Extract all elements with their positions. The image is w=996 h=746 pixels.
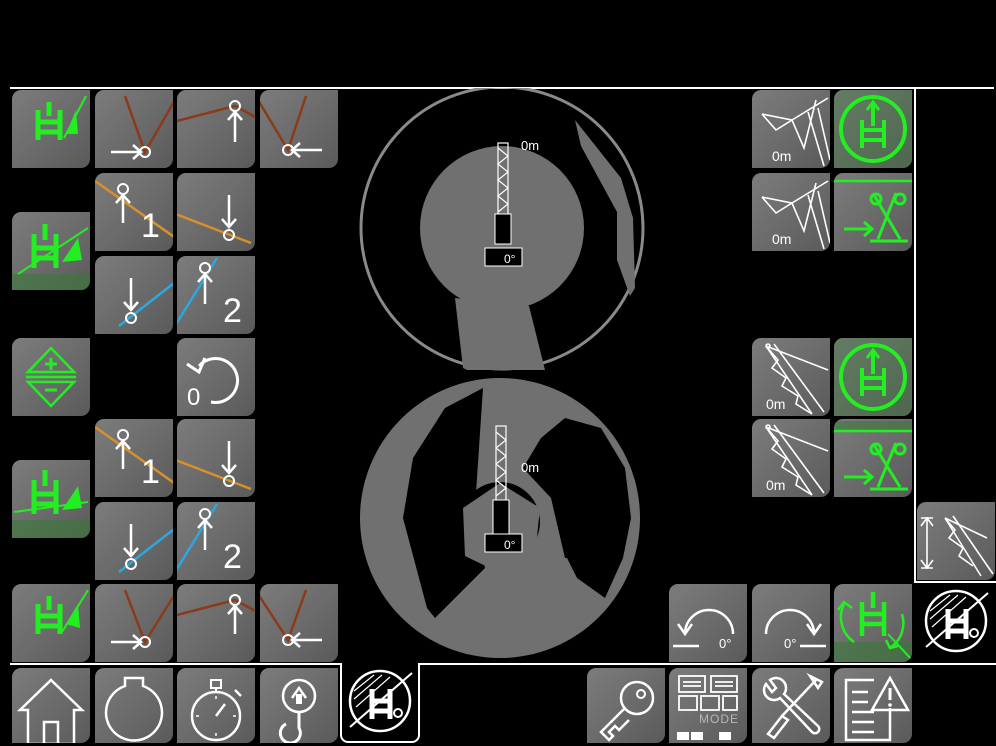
top-height-label: 0m (521, 138, 539, 153)
counterjib-tilt-button-1[interactable] (834, 173, 912, 251)
rotation-value-label: 0 (187, 384, 201, 411)
crane-level-indicator-button-2[interactable] (834, 338, 912, 416)
right-panel-border (914, 87, 916, 583)
crane-view-tab-right[interactable] (916, 583, 996, 663)
rope-index-label: 1 (141, 207, 160, 245)
rope-left-button[interactable] (95, 90, 173, 168)
rope-index-label: 1 (141, 453, 160, 491)
top-angle-label: 0° (504, 252, 516, 266)
jib-luff-button-2[interactable]: 0m (752, 419, 830, 497)
rope-up-button[interactable] (177, 90, 255, 168)
rope-left-button-lower[interactable] (95, 584, 173, 662)
warning-log-button[interactable] (834, 668, 912, 743)
rope-right-button-lower[interactable] (260, 584, 338, 662)
slew-right-angle: 0° (784, 636, 797, 651)
mode-label: MODE (699, 712, 739, 726)
rope-1-up-button[interactable]: 1 (95, 173, 173, 251)
counterjib-level-button-1[interactable] (12, 212, 90, 290)
stopwatch-button[interactable] (177, 668, 255, 743)
rope-1-down-button-lower[interactable] (177, 419, 255, 497)
rope-2-down-button-lower[interactable] (95, 502, 173, 580)
rope-up-button-lower[interactable] (177, 584, 255, 662)
tools-button[interactable] (752, 668, 830, 743)
jib-height-value: 0m (772, 231, 792, 247)
jib-height-value: 0m (772, 148, 792, 164)
rope-right-button[interactable] (260, 90, 338, 168)
home-button[interactable] (12, 668, 90, 743)
bottom-divider-right (418, 663, 996, 665)
jib-height-button-1[interactable]: 0m (752, 90, 830, 168)
crane-level-rear-button[interactable] (12, 584, 90, 662)
key-button[interactable] (587, 668, 665, 743)
plus-minus-button[interactable] (12, 338, 90, 416)
slew-left-button[interactable]: 0° (669, 584, 747, 662)
jib-luff-value: 0m (766, 396, 786, 412)
rope-2-up-button-lower[interactable]: 2 (177, 502, 255, 580)
rope-1-down-button[interactable] (177, 173, 255, 251)
mode-button[interactable]: MODE (669, 668, 747, 743)
slew-left-angle: 0° (719, 636, 732, 651)
hook-button[interactable] (260, 668, 338, 743)
rope-1-up-button-lower[interactable]: 1 (95, 419, 173, 497)
slew-zone-diagram: 0m 0° 0m 0° (359, 88, 645, 658)
top-zone-forbidden-sector (455, 298, 545, 370)
slew-lock-button[interactable] (834, 584, 912, 662)
counterjib-level-button-2[interactable] (12, 460, 90, 538)
crane-level-front-button[interactable] (12, 90, 90, 168)
slew-right-button[interactable]: 0° (752, 584, 830, 662)
rope-index-label: 2 (223, 538, 242, 576)
bottom-angle-label: 0° (504, 538, 516, 552)
bottom-height-label: 0m (521, 460, 539, 475)
counterjib-tilt-button-2[interactable] (834, 419, 912, 497)
jib-range-button[interactable] (917, 502, 995, 580)
jib-luff-button-1[interactable]: 0m (752, 338, 830, 416)
crane-view-tab-bottom[interactable] (340, 663, 420, 743)
jib-luff-value: 0m (766, 477, 786, 493)
rope-2-up-button[interactable]: 2 (177, 256, 255, 334)
jib-height-button-2[interactable]: 0m (752, 173, 830, 251)
engine-button[interactable] (95, 668, 173, 743)
bottom-divider-left (10, 663, 342, 665)
rope-index-label: 2 (223, 292, 242, 330)
rope-2-down-button[interactable] (95, 256, 173, 334)
top-zone-forbidden-right (575, 120, 635, 296)
rotation-reset-button[interactable]: 0 (177, 338, 255, 416)
crane-level-indicator-button[interactable] (834, 90, 912, 168)
